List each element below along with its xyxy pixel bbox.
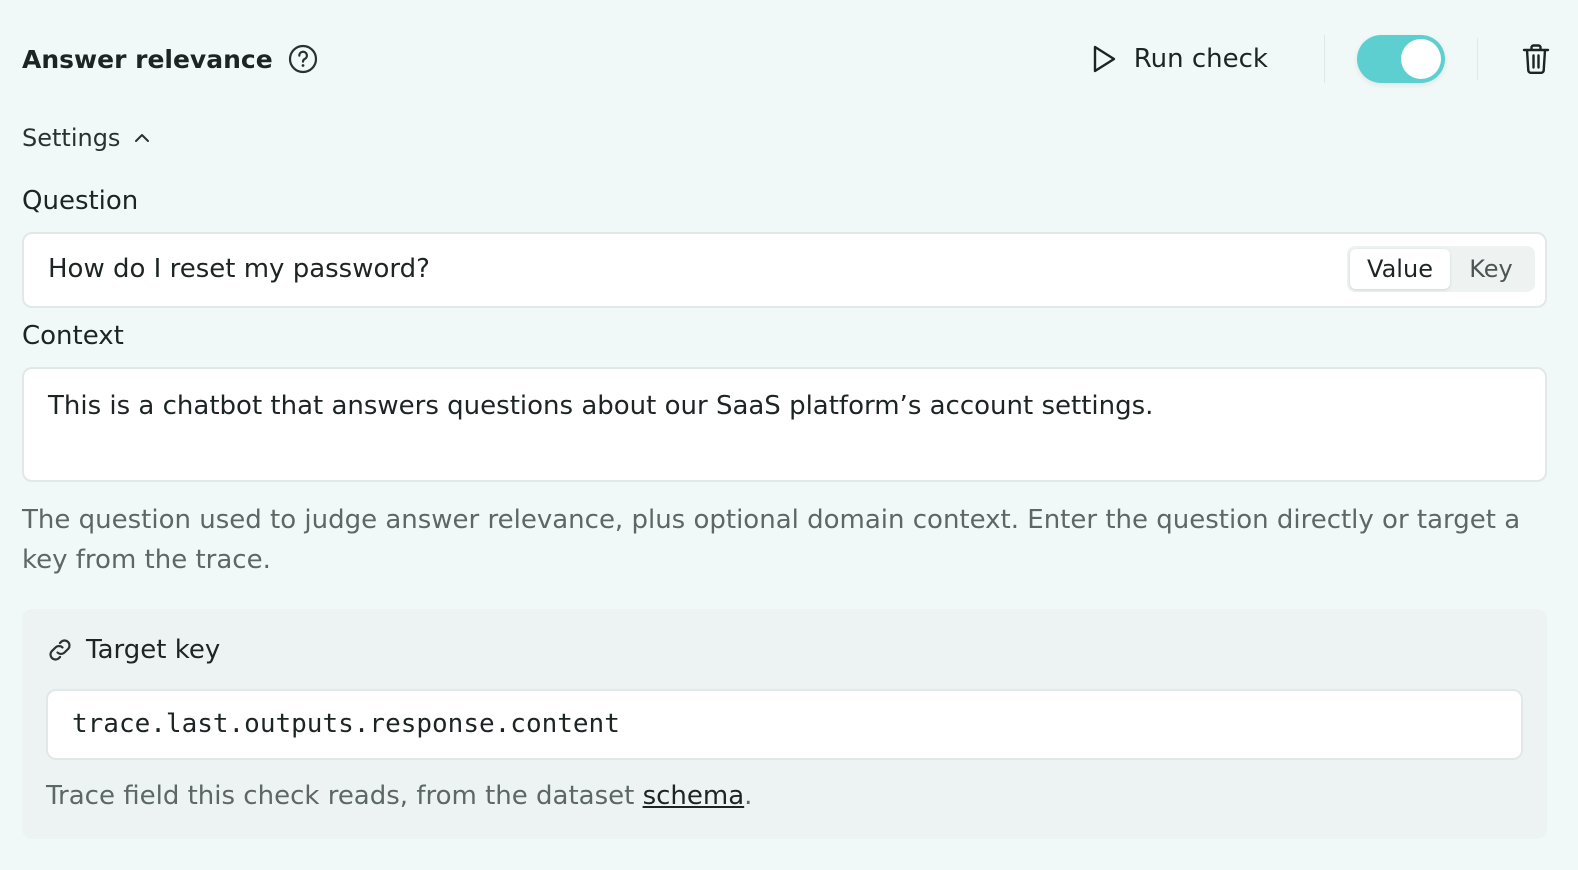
settings-toggle[interactable]: Settings (22, 120, 150, 156)
question-mode-switch: Value Key (1347, 246, 1535, 292)
settings-label: Settings (22, 124, 121, 152)
help-circle-icon[interactable] (287, 43, 319, 75)
target-note-prefix: Trace field this check reads, from the d… (46, 781, 643, 811)
mode-key-option[interactable]: Key (1450, 249, 1532, 289)
toggle-knob (1401, 39, 1441, 79)
enabled-toggle[interactable] (1357, 35, 1445, 83)
question-label: Question (22, 186, 139, 216)
run-check-button[interactable]: Run check (1082, 44, 1276, 74)
question-field[interactable]: How do I reset my password? Value Key (22, 232, 1547, 308)
target-key-panel: Target key trace.last.outputs.response.c… (22, 609, 1547, 839)
target-key-value[interactable]: trace.last.outputs.response.content (72, 709, 620, 739)
question-value[interactable]: How do I reset my password? (48, 254, 430, 284)
target-note-suffix: . (744, 781, 753, 811)
toggle-wrapper (1324, 35, 1477, 83)
trash-icon[interactable] (1522, 43, 1550, 75)
target-key-header: Target key (46, 635, 220, 665)
run-check-label: Run check (1133, 44, 1268, 74)
check-header: Answer relevance Run check (22, 30, 1556, 88)
chevron-up-icon (134, 132, 150, 144)
play-icon (1090, 44, 1118, 74)
header-actions: Run check (1082, 30, 1556, 88)
target-key-note: Trace field this check reads, from the d… (46, 781, 752, 811)
schema-link[interactable]: schema (643, 781, 745, 811)
target-key-label: Target key (86, 635, 221, 665)
mode-value-option[interactable]: Value (1350, 249, 1450, 289)
context-value[interactable]: This is a chatbot that answers questions… (48, 391, 1153, 421)
question-help-text: The question used to judge answer releva… (22, 505, 1521, 575)
target-key-input[interactable]: trace.last.outputs.response.content (46, 689, 1523, 760)
context-field[interactable]: This is a chatbot that answers questions… (22, 367, 1547, 482)
context-label: Context (22, 321, 124, 351)
link-icon (46, 636, 74, 664)
check-title: Answer relevance (22, 44, 273, 74)
